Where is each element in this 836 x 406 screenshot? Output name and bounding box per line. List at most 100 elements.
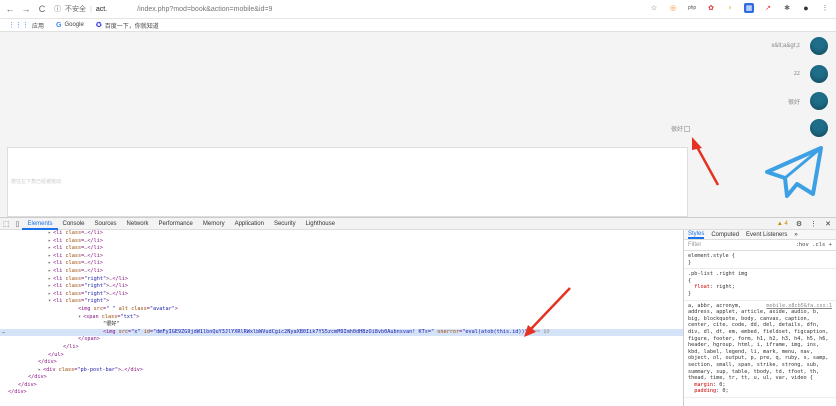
styles-tabs: Styles Computed Event Listeners » [684,230,836,240]
profile-avatar-icon[interactable]: ● [801,3,811,13]
menu-kebab-icon[interactable]: ⋮ [820,3,830,13]
warning-count: 4 [784,220,788,227]
dom-node-line[interactable]: </div> [0,374,683,382]
dom-node-line[interactable]: ▸ <li class=…</li> [0,253,683,261]
dom-node-line[interactable]: </div> [0,389,683,397]
filter-actions[interactable]: :hov .cls + [796,242,836,248]
device-toolbar-icon[interactable]: ▯ [13,220,23,228]
url-host: act. [95,5,108,13]
dom-node-line[interactable]: </li> [0,344,683,352]
tab-memory[interactable]: Memory [198,218,230,230]
google-icon: G [56,21,62,29]
tab-performance[interactable]: Performance [154,218,198,230]
forward-arrow-icon[interactable]: → [20,3,32,15]
dom-node-line[interactable]: </div> [0,382,683,390]
message-right: x&lt;a&gt;z [771,37,836,55]
tab-security[interactable]: Security [269,218,301,230]
dom-node-line[interactable]: ▾ <span class="txt"> [0,314,683,322]
avatar [810,119,828,137]
extension-puzzle-icon[interactable]: ✱ [782,3,792,13]
settings-gear-icon[interactable]: ⚙ [796,220,802,228]
more-options-icon[interactable]: ⋮ [810,220,817,228]
dom-node-line[interactable]: <img src=" " alt class="avatar"> [0,306,683,314]
browser-toolbar: ← → C ⓘ 不安全 | act. /index.php?mod=book&a… [0,0,836,19]
url-path: /index.php?mod=book&action=mobile&id=9 [137,5,273,13]
tab-sources[interactable]: Sources [90,218,122,230]
style-rules: element.style {} .pb-list .right img{ flo… [684,251,836,398]
extension-red-icon[interactable]: ↗ [763,3,773,13]
style-rule[interactable]: mobile.x8cb5&fa.css:1 a, abbr, acronym, ad… [684,301,836,398]
dom-node-line[interactable]: "很好" [0,321,683,329]
bookmark-baidu[interactable]: ✪ 百度一下，你就知道 [96,21,159,30]
message-right: 很好 [671,119,836,137]
extension-php-icon[interactable]: php [687,3,697,13]
extensions-area: ☆ ◎ php ✿ ♀ ▦ ↗ ✱ ● ⋮ [649,3,830,13]
tab-elements[interactable]: Elements [22,218,58,230]
message-input[interactable]: 按住左下角已经被拖动 [7,147,688,217]
filter-placeholder: Filter [688,242,702,248]
back-arrow-icon[interactable]: ← [4,3,16,15]
extension-pin-icon[interactable]: ♀ [725,3,735,13]
dom-node-line[interactable]: ▾ <li class="right"> [0,298,683,306]
dom-node-line[interactable]: ▸ <div class="pb-post-bar">…</div> [0,367,683,375]
apps-grid-icon: ⋮⋮⋮ [8,22,29,29]
bookmark-star-icon[interactable]: ☆ [649,3,659,13]
dom-node-line[interactable]: ▸ <li class=…</li> [0,245,683,253]
style-rule[interactable]: element.style {} [684,251,836,270]
dom-node-line[interactable]: </ul> [0,352,683,360]
baidu-paw-icon: ✪ [95,22,102,29]
dom-node-line[interactable]: ▸ <li class=…</li> [0,238,683,246]
tab-event-listeners[interactable]: Event Listeners [746,232,787,238]
dom-node-line[interactable]: </span> [0,336,683,344]
tab-styles[interactable]: Styles [688,231,705,239]
dom-node-line[interactable]: ▸ <li class=…</li> [0,268,683,276]
address-bar[interactable]: ⓘ 不安全 | act. /index.php?mod=book&action=… [54,2,694,16]
tab-application[interactable]: Application [230,218,269,230]
styles-pane: Styles Computed Event Listeners » Filter… [683,230,836,406]
avatar [810,92,828,110]
avatar [810,65,828,83]
bookmark-label: 应用 [32,23,45,30]
message-right: 很好 [788,92,836,110]
dom-node-line[interactable]: ▸ <li class="right">…</li> [0,291,683,299]
inspect-element-icon[interactable]: ⬚ [0,220,13,228]
dom-node-line[interactable]: </div> [0,359,683,367]
dom-node-line[interactable]: ▸ <li class="right">…</li> [0,283,683,291]
elements-tree[interactable]: ▸ <li class=…</li> ▸ <li class=…</li> ▸ <li c… [0,230,683,406]
extension-orange-icon[interactable]: ◎ [668,3,678,13]
bookmark-apps[interactable]: ⋮⋮⋮ 应用 [8,21,44,30]
message-text-content: 很好 [670,126,683,133]
input-placeholder: 按住左下角已经被拖动 [11,179,62,185]
message-right: zz [794,65,836,83]
tab-computed[interactable]: Computed [711,232,739,238]
dom-node-line[interactable]: <img src="x" id="dmFyIGE9ZG9jdW1lbnQuY3J… [0,328,683,337]
bookmark-label: Google [64,22,84,28]
styles-filter[interactable]: Filter :hov .cls + [684,240,836,251]
dom-node-line[interactable]: ▸ <li class="right">…</li> [0,276,683,284]
message-text: zz [794,71,800,77]
message-text: 很好 [671,124,690,133]
devtools-tabs: ⬚ ▯ Elements Console Sources Network Per… [0,218,836,230]
security-label: 不安全 [65,6,86,13]
paper-plane-icon[interactable] [763,146,823,198]
bookmarks-bar: ⋮⋮⋮ 应用 G Google ✪ 百度一下，你就知道 [0,19,836,32]
broken-image-icon [684,125,690,132]
avatar [810,37,828,55]
tab-console[interactable]: Console [58,218,90,230]
dom-node-line[interactable]: ▸ <li class=…</li> [0,230,683,238]
bookmark-google[interactable]: G Google [56,22,84,29]
divider: | [90,5,92,13]
close-icon[interactable]: ✕ [825,220,831,228]
info-icon[interactable]: ⓘ [54,4,61,14]
tab-network[interactable]: Network [122,218,154,230]
dom-node-line[interactable]: ▸ <li class=…</li> [0,260,683,268]
chat-page: x&lt;a&gt;z zz 很好 很好 按住左下角已经被拖动 [0,32,836,217]
tab-lighthouse[interactable]: Lighthouse [301,218,340,230]
extension-colorful-icon[interactable]: ✿ [706,3,716,13]
style-rule[interactable]: .pb-list .right img{ float: right; } [684,269,836,301]
warning-badge[interactable]: ▲ 4 [777,221,788,227]
tab-more[interactable]: » [794,232,797,238]
reload-icon[interactable]: C [36,3,48,15]
devtools-actions: ▲ 4 ⚙ ⋮ ✕ [777,220,836,228]
extension-blue-icon[interactable]: ▦ [744,3,754,13]
